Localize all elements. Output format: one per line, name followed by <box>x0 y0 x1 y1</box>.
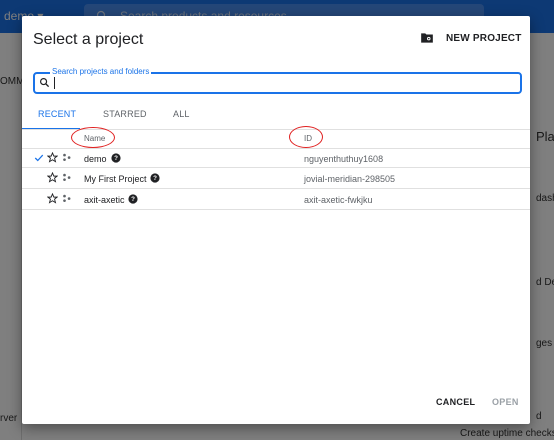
new-project-label: NEW PROJECT <box>446 32 522 44</box>
tab-starred[interactable]: STARRED <box>103 109 147 119</box>
tab-recent[interactable]: RECENT <box>38 109 76 119</box>
star-icon[interactable] <box>47 193 58 204</box>
table-row[interactable]: axit-axetic ? axit-axetic-fwkjku <box>22 190 530 210</box>
help-icon[interactable]: ? <box>128 194 138 204</box>
svg-text:?: ? <box>114 155 118 162</box>
check-icon <box>34 154 44 162</box>
star-icon[interactable] <box>47 172 58 183</box>
project-id: nguyenthuthuy1608 <box>304 154 384 164</box>
svg-text:?: ? <box>153 175 157 182</box>
search-icon <box>40 78 50 88</box>
tab-all[interactable]: ALL <box>173 109 190 119</box>
project-tabs: RECENT STARRED ALL <box>22 109 530 130</box>
project-id: axit-axetic-fwkjku <box>304 195 373 205</box>
dialog-title: Select a project <box>33 31 144 48</box>
table-row[interactable]: demo ? nguyenthuthuy1608 <box>22 148 530 168</box>
project-hierarchy-icon <box>63 173 71 181</box>
svg-text:?: ? <box>131 196 135 203</box>
star-icon[interactable] <box>47 152 58 163</box>
project-id: jovial-meridian-298505 <box>304 174 396 184</box>
help-icon[interactable]: ? <box>111 153 121 163</box>
folder-gear-icon <box>421 33 433 43</box>
cancel-button[interactable]: CANCEL <box>436 397 475 407</box>
annotation-circle-id <box>289 126 323 148</box>
project-name: axit-axetic <box>84 195 125 205</box>
project-hierarchy-icon <box>63 153 71 161</box>
open-button[interactable]: OPEN <box>492 397 519 407</box>
search-field-label: Search projects and folders <box>50 67 152 76</box>
project-name: My First Project <box>84 174 147 184</box>
select-project-dialog: Select a project NEW PROJECT Search proj… <box>22 16 530 424</box>
project-hierarchy-icon <box>63 194 71 202</box>
project-name: demo <box>84 154 107 164</box>
new-project-button[interactable]: NEW PROJECT <box>420 32 522 44</box>
table-row[interactable]: My First Project ? jovial-meridian-29850… <box>22 169 530 189</box>
annotation-circle-name <box>71 127 115 148</box>
text-cursor <box>54 77 55 89</box>
project-search-input[interactable]: Search projects and folders <box>33 67 522 94</box>
help-icon[interactable]: ? <box>150 173 160 183</box>
